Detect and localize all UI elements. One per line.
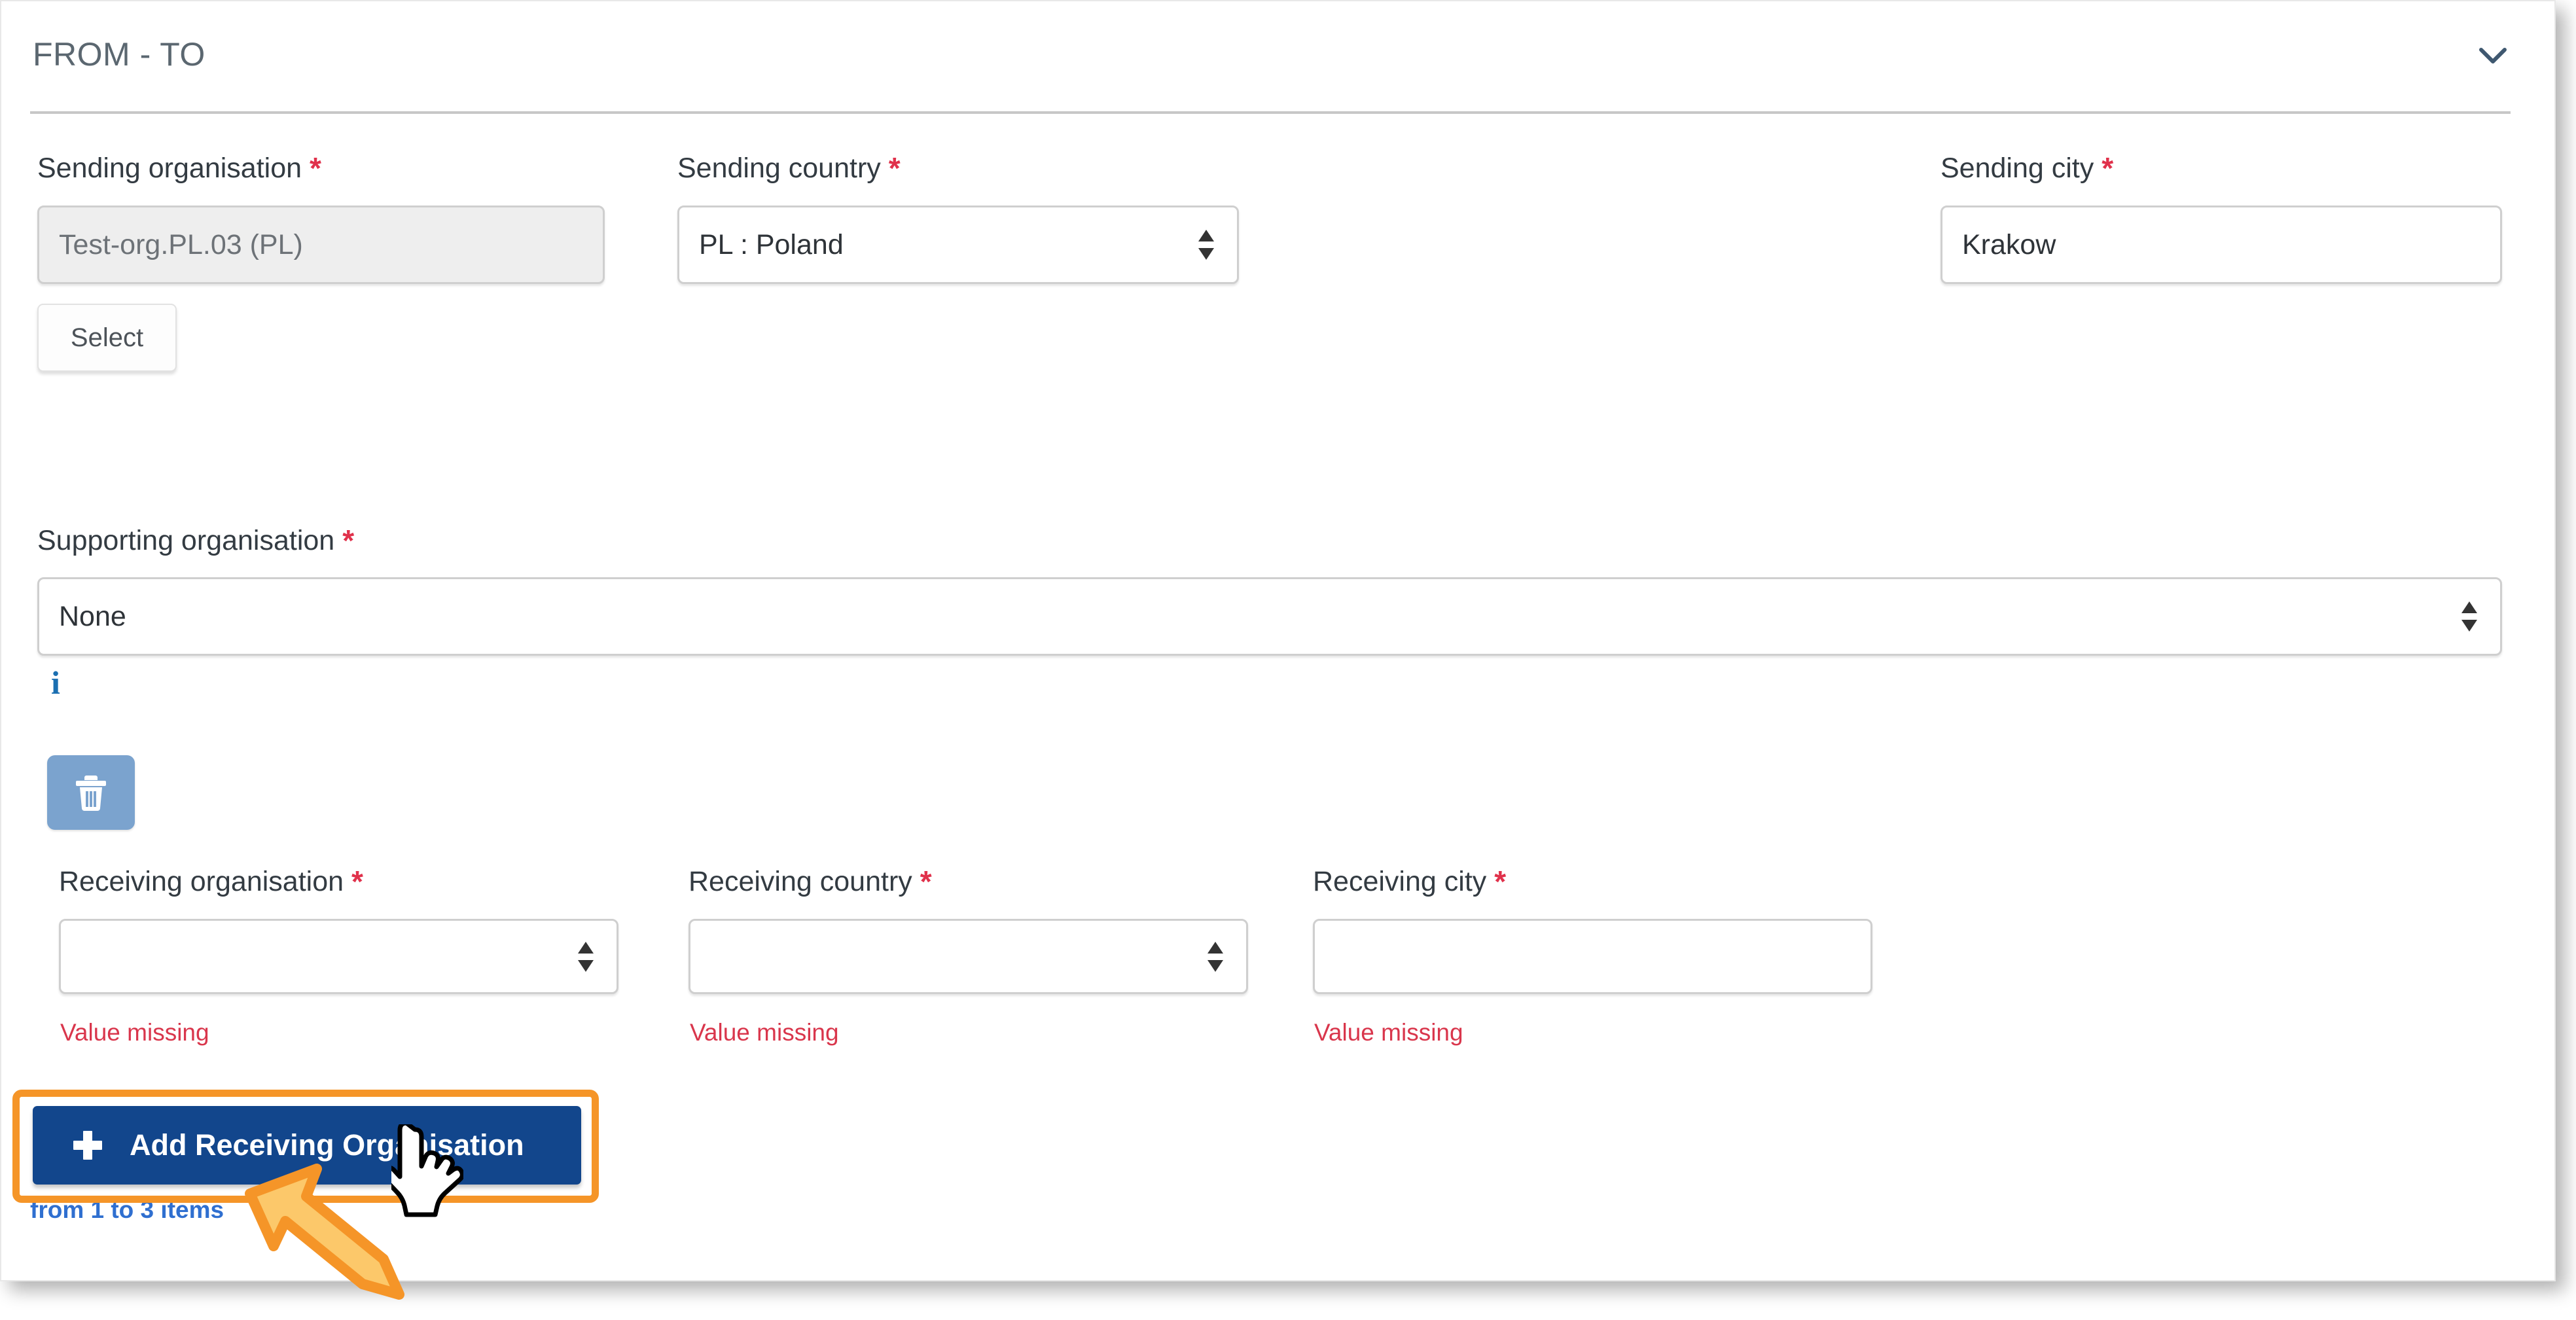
receiving-organisation-label: Receiving organisation * — [59, 865, 363, 899]
required-asterisk: * — [1494, 865, 1507, 899]
select-arrows-icon — [1198, 228, 1215, 262]
required-asterisk: * — [888, 151, 901, 185]
required-asterisk: * — [920, 865, 932, 899]
required-asterisk: * — [342, 524, 355, 558]
select-arrows-icon — [1207, 940, 1224, 974]
required-asterisk: * — [310, 151, 321, 185]
add-receiving-organisation-button[interactable]: Add Receiving Organisation — [33, 1106, 581, 1185]
plus-icon — [73, 1131, 102, 1160]
items-range-hint: from 1 to 3 items — [30, 1196, 224, 1223]
header-divider — [30, 111, 2511, 114]
add-receiving-organisation-label: Add Receiving Organisation — [130, 1128, 524, 1162]
panel-header: FROM - TO — [1, 1, 2554, 114]
sending-country-value: PL : Poland — [699, 228, 844, 260]
required-asterisk: * — [2102, 151, 2114, 185]
supporting-organisation-label: Supporting organisation * — [37, 524, 355, 558]
supporting-organisation-select[interactable]: None — [37, 577, 2502, 656]
receiving-country-error: Value missing — [690, 1019, 839, 1046]
from-to-panel: FROM - TO Sending organisation * Test-org… — [0, 0, 2556, 1300]
receiving-country-select[interactable] — [689, 919, 1248, 994]
page-title: FROM - TO — [33, 36, 206, 73]
trash-icon[interactable] — [47, 755, 135, 830]
chevron-down-icon[interactable] — [2473, 35, 2513, 75]
sending-country-label: Sending country * — [677, 151, 901, 185]
required-asterisk: * — [351, 865, 363, 899]
receiving-organisation-select[interactable] — [59, 919, 618, 994]
sending-organisation-label: Sending organisation * — [37, 151, 321, 185]
receiving-country-label: Receiving country * — [689, 865, 932, 899]
info-icon[interactable]: i — [51, 666, 60, 699]
select-arrows-icon — [2461, 599, 2478, 633]
sending-organisation-input: Test-org.PL.03 (PL) — [37, 205, 605, 284]
sending-city-input[interactable]: Krakow — [1941, 205, 2502, 284]
sending-city-label: Sending city * — [1941, 151, 2114, 185]
receiving-organisation-error: Value missing — [60, 1019, 209, 1046]
sending-country-select[interactable]: PL : Poland — [677, 205, 1239, 284]
receiving-city-error: Value missing — [1314, 1019, 1463, 1046]
receiving-city-input[interactable] — [1313, 919, 1872, 994]
receiving-city-label: Receiving city * — [1313, 865, 1507, 899]
select-arrows-icon — [577, 940, 594, 974]
supporting-organisation-value: None — [59, 600, 126, 632]
select-organisation-button[interactable]: Select — [37, 304, 177, 372]
